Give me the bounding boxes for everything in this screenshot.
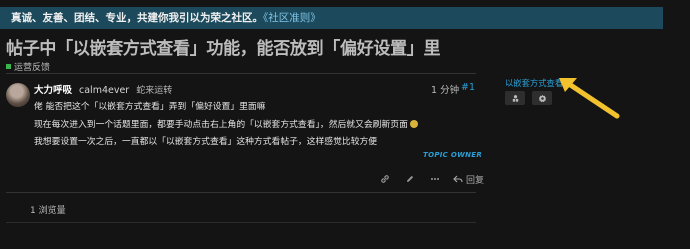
user-card-button[interactable] <box>505 91 525 105</box>
post-actions: 回复 <box>378 172 484 186</box>
reply-button[interactable]: 回复 <box>453 173 484 186</box>
author-title: 蛇来运转 <box>136 86 173 96</box>
divider <box>6 192 476 193</box>
reply-icon <box>453 175 463 183</box>
link-icon[interactable] <box>378 172 392 186</box>
topic-title[interactable]: 帖子中「以嵌套方式查看」功能，能否放到「偏好设置」里 <box>6 34 441 59</box>
post-content: 佬 能否把这个「以嵌套方式查看」弄到「偏好设置」里面嘛 现在每次进入到一个话题里… <box>34 101 418 154</box>
divider <box>6 73 476 74</box>
category-label: 运营反馈 <box>14 63 51 73</box>
gear-icon <box>538 94 546 102</box>
pointer-arrow-icon <box>559 78 620 119</box>
ellipsis-icon[interactable] <box>428 172 442 186</box>
post-line: 现在每次进入到一个话题里面，都要手动点击右上角的「以嵌套方式查看」，然后就又会刷… <box>34 119 408 130</box>
banner-text: 真诚、友善、团结、专业，共建你我引以为荣之社区。 <box>11 12 263 24</box>
author-display-name[interactable]: 大力呼吸 <box>34 82 72 96</box>
user-card-icon <box>512 94 518 102</box>
settings-button[interactable] <box>532 91 552 105</box>
post-number[interactable]: #1 <box>461 82 475 93</box>
author-username[interactable]: calm4ever <box>79 85 129 96</box>
topic-owner-badge: TOPIC OWNER <box>423 151 483 159</box>
post-line: 我想要设置一次之后，一直都以「以嵌套方式查看」这种方式看帖子，这样感觉比较方便 <box>34 137 378 147</box>
community-guidelines-link[interactable]: 《社区准则》 <box>263 12 321 24</box>
announcement-banner: 真诚、友善、团结、专业，共建你我引以为荣之社区。《社区准则》 <box>0 7 663 29</box>
views-count: 1 浏览量 <box>30 206 66 216</box>
post-timestamp[interactable]: 1 分钟 <box>431 82 459 96</box>
reply-label: 回复 <box>466 175 485 186</box>
smile-emoji-icon <box>409 119 418 128</box>
post-author: 大力呼吸 calm4ever 蛇来运转 <box>34 82 172 96</box>
category-square-icon <box>6 64 11 69</box>
avatar[interactable] <box>6 83 30 107</box>
category-badge[interactable]: 运营反馈 <box>6 60 50 73</box>
pencil-icon[interactable] <box>403 172 417 186</box>
post-line: 佬 能否把这个「以嵌套方式查看」弄到「偏好设置」里面嘛 <box>34 102 266 112</box>
divider <box>6 222 476 223</box>
